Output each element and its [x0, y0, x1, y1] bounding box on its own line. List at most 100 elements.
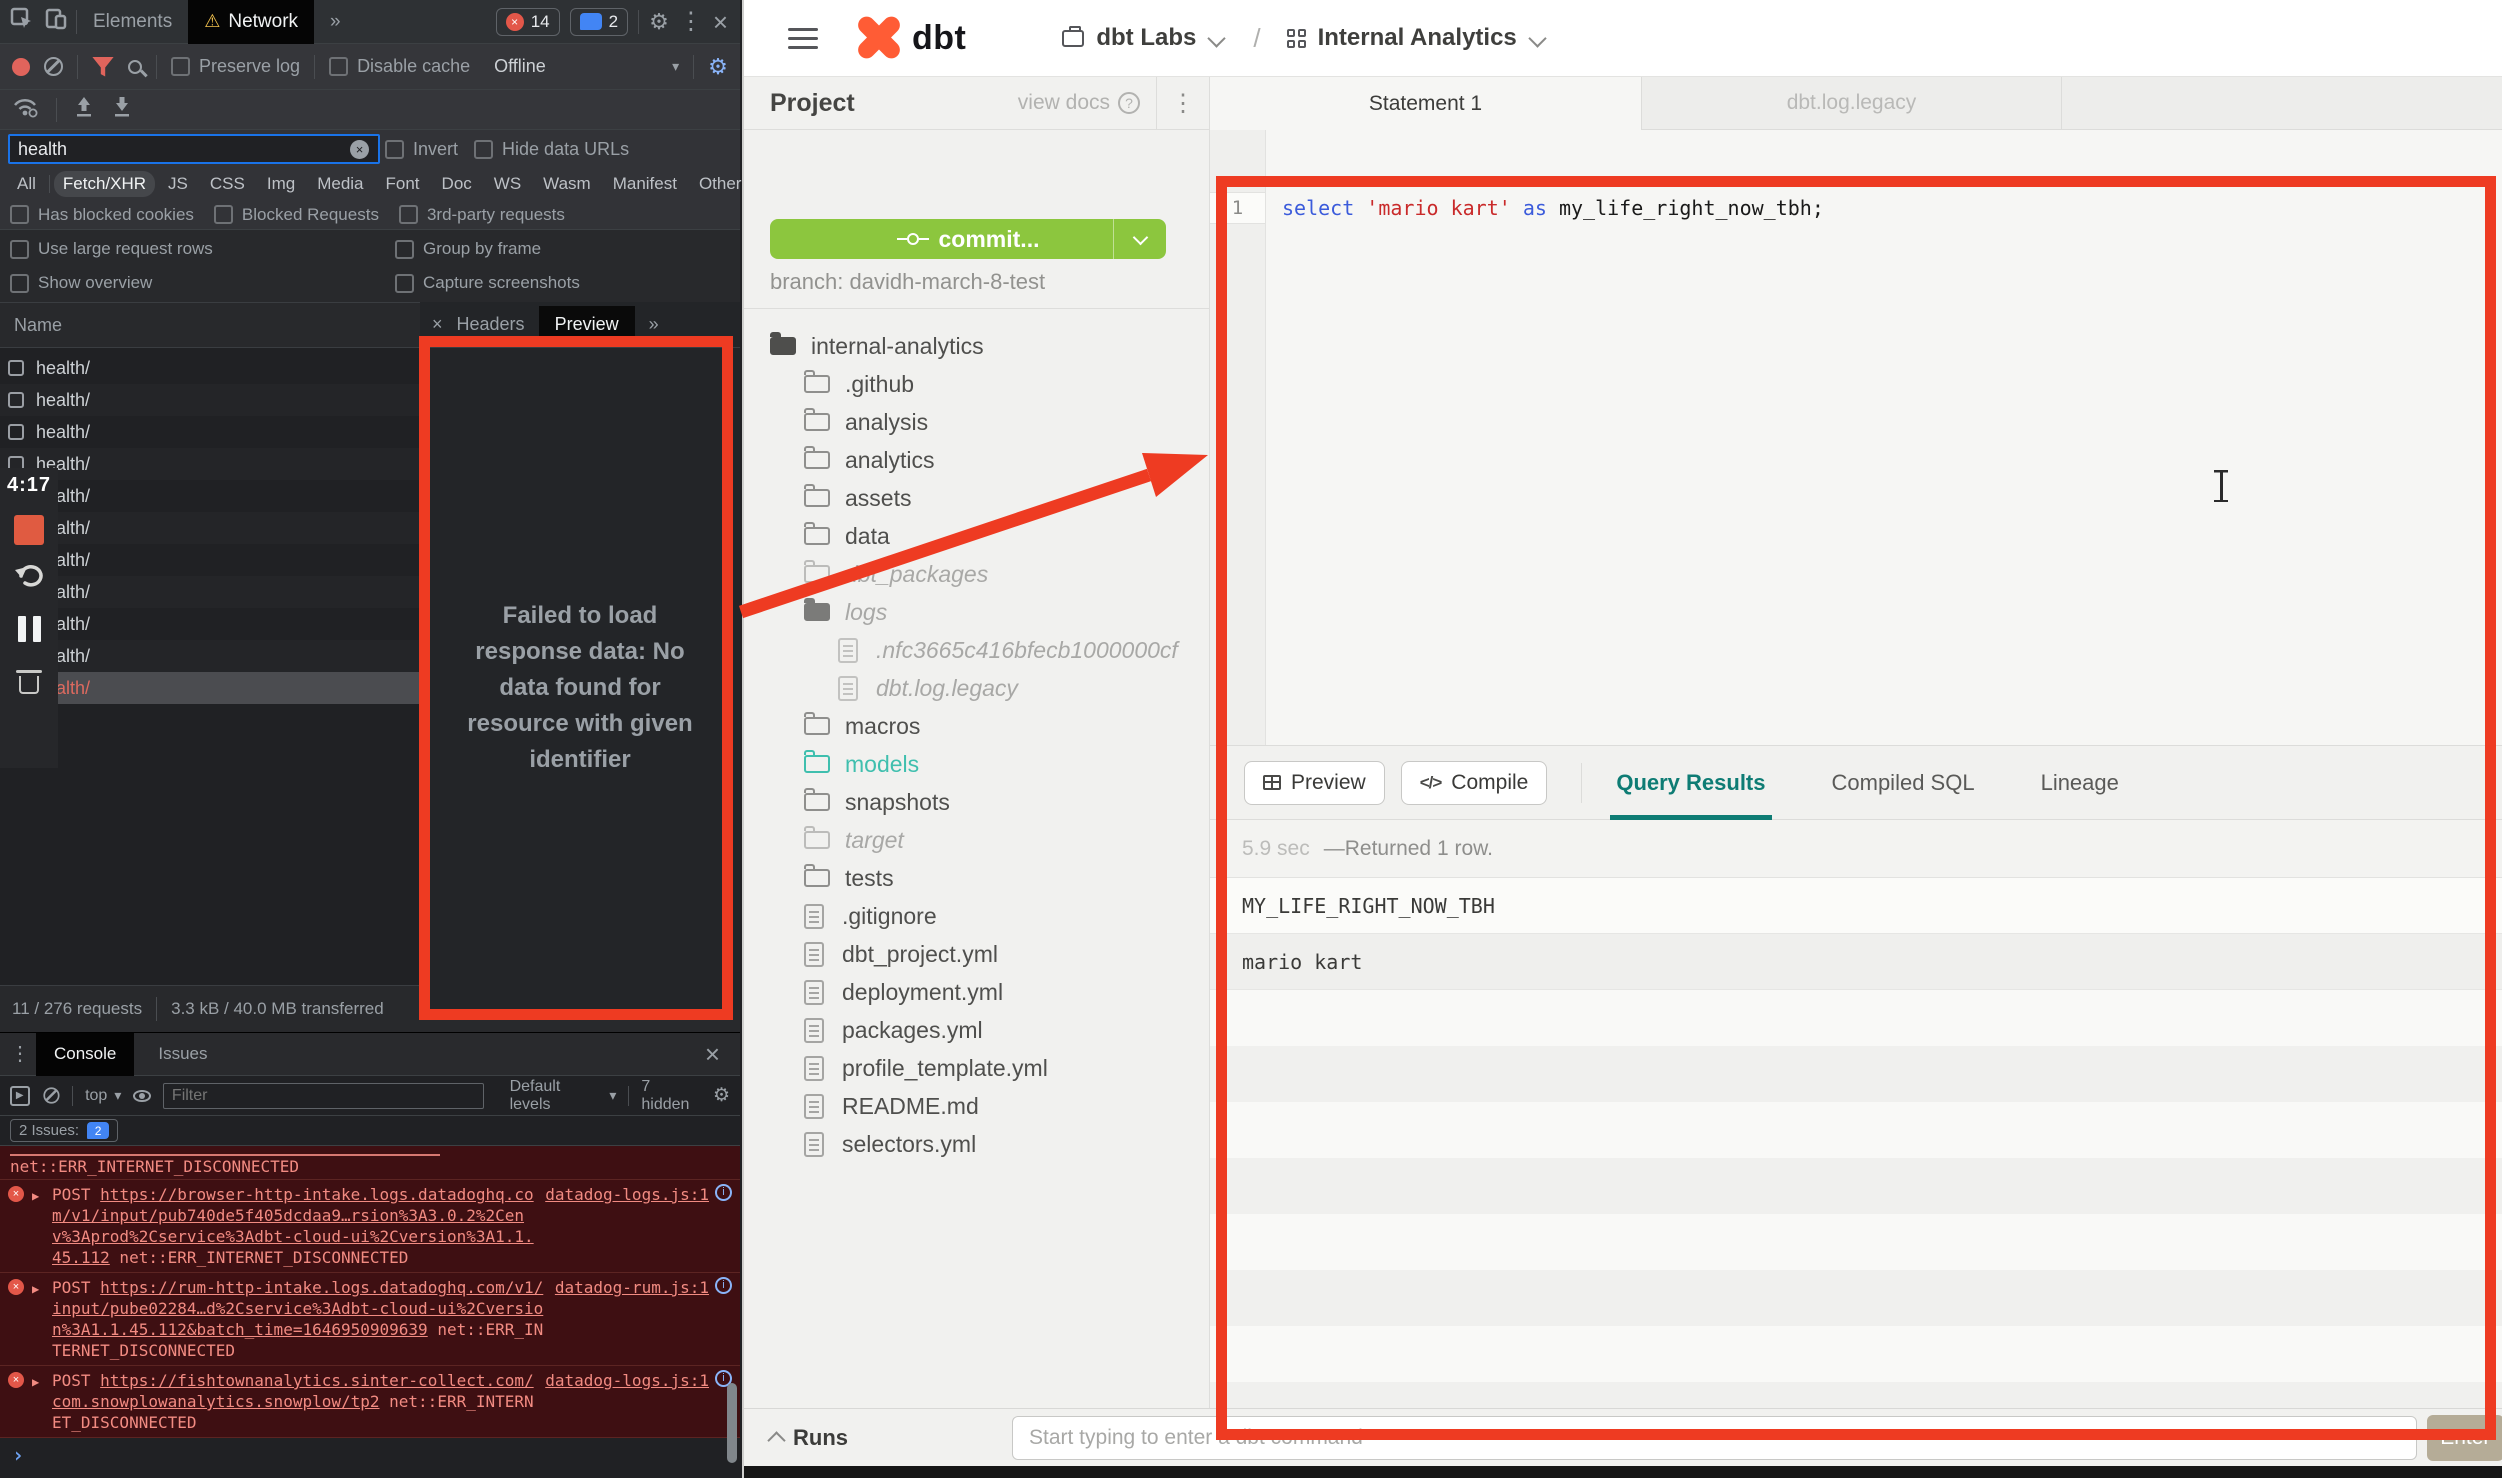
console-scrollbar[interactable] — [727, 1383, 737, 1463]
request-type-pill[interactable]: WS — [485, 171, 530, 197]
project-switcher[interactable]: Internal Analytics — [1287, 24, 1544, 52]
account-switcher[interactable]: dbt Labs — [1062, 24, 1223, 52]
info-icon[interactable]: i — [715, 1184, 732, 1201]
tree-item-target[interactable]: target — [744, 821, 1210, 859]
dbt-logo[interactable]: dbt — [856, 15, 966, 61]
console-settings-gear-icon[interactable]: ⚙ — [713, 1086, 730, 1105]
network-request-row[interactable]: health/ — [0, 352, 420, 384]
source-link[interactable]: datadog-rum.js:1 — [555, 1277, 709, 1298]
import-har-icon[interactable] — [73, 95, 95, 124]
issues-chip[interactable]: 2 Issues: 2 — [10, 1119, 118, 1142]
hamburger-menu-icon[interactable] — [788, 28, 818, 49]
throttling-select[interactable]: Offline▾ — [494, 56, 679, 77]
console-prompt[interactable]: › — [0, 1438, 740, 1472]
results-row[interactable]: mario kart — [1210, 934, 2502, 990]
network-request-row[interactable]: health/ — [0, 640, 420, 672]
preserve-log-checkbox[interactable]: Preserve log — [171, 56, 300, 77]
kebab-menu-icon[interactable]: ⋮ — [679, 10, 703, 34]
expand-caret-icon[interactable]: ▶ — [32, 1372, 44, 1433]
runs-toggle[interactable]: Runs — [770, 1425, 848, 1451]
tree-item-tests[interactable]: tests — [744, 859, 1210, 897]
tree-item-dbt-project-yml[interactable]: dbt_project.yml — [744, 935, 1210, 973]
tree-item--github[interactable]: .github — [744, 365, 1210, 403]
sql-editor[interactable]: 1 select 'mario kart' as my_life_right_n… — [1210, 130, 2502, 745]
tree-item-dbt-log-legacy[interactable]: dbt.log.legacy — [744, 669, 1210, 707]
tab-console[interactable]: Console — [36, 1033, 134, 1076]
tree-item-macros[interactable]: macros — [744, 707, 1210, 745]
network-request-row[interactable]: health/ — [0, 384, 420, 416]
live-expression-eye-icon[interactable] — [133, 1090, 151, 1102]
editor-tab-statement-1[interactable]: Statement 1 — [1210, 77, 1642, 130]
request-type-pill[interactable]: Font — [377, 171, 429, 197]
hide-data-urls-checkbox[interactable]: Hide data URLs — [474, 139, 629, 160]
clear-icon[interactable] — [44, 57, 63, 76]
request-type-pill[interactable]: Manifest — [604, 171, 686, 197]
request-type-pill[interactable]: JS — [159, 171, 197, 197]
network-request-row[interactable]: health/ — [0, 480, 420, 512]
show-overview-checkbox[interactable]: Show overview — [10, 273, 395, 293]
network-request-row[interactable]: health/ — [0, 448, 420, 480]
network-request-row[interactable]: health/ — [0, 608, 420, 640]
request-type-pill[interactable]: Img — [258, 171, 304, 197]
expand-caret-icon[interactable]: ▶ — [32, 1186, 44, 1268]
has-blocked-cookies-checkbox[interactable]: Has blocked cookies — [10, 205, 194, 225]
restart-recording-icon[interactable] — [13, 561, 45, 592]
tree-item-packages-yml[interactable]: packages.yml — [744, 1011, 1210, 1049]
request-type-pill[interactable]: All — [8, 171, 45, 197]
tree-item--gitignore[interactable]: .gitignore — [744, 897, 1210, 935]
tab-headers[interactable]: Headers — [457, 314, 525, 335]
info-icon[interactable]: i — [715, 1277, 732, 1294]
request-type-pill[interactable]: Wasm — [534, 171, 600, 197]
close-console-icon[interactable]: × — [705, 1041, 730, 1067]
tree-item-selectors-yml[interactable]: selectors.yml — [744, 1125, 1210, 1163]
network-request-row[interactable]: health/ — [0, 512, 420, 544]
tab-issues[interactable]: Issues — [140, 1033, 225, 1076]
tree-item-snapshots[interactable]: snapshots — [744, 783, 1210, 821]
console-sidebar-icon[interactable]: ▶ — [10, 1086, 30, 1106]
tree-item-analytics[interactable]: analytics — [744, 441, 1210, 479]
expand-caret-icon[interactable]: ▶ — [32, 1279, 44, 1361]
tab-elements[interactable]: Elements — [77, 0, 188, 44]
export-har-icon[interactable] — [111, 95, 133, 124]
tree-item-profile-template-yml[interactable]: profile_template.yml — [744, 1049, 1210, 1087]
context-select[interactable]: top▾ — [85, 1087, 121, 1105]
more-tabs-icon[interactable]: » — [649, 314, 659, 335]
tree-item-data[interactable]: data — [744, 517, 1210, 555]
log-levels-select[interactable]: Default levels▾ — [510, 1078, 617, 1114]
console-filter-input[interactable] — [163, 1083, 484, 1109]
network-request-row[interactable]: health/ — [0, 672, 420, 704]
pause-recording-button[interactable] — [18, 616, 41, 642]
network-request-row[interactable]: health/ — [0, 576, 420, 608]
request-type-pill[interactable]: Media — [308, 171, 372, 197]
request-type-pill[interactable]: Doc — [433, 171, 481, 197]
kebab-menu-icon[interactable]: ⋮ — [10, 1044, 30, 1064]
request-type-pill[interactable]: CSS — [201, 171, 254, 197]
network-filter-input[interactable] — [8, 134, 380, 164]
tree-item-analysis[interactable]: analysis — [744, 403, 1210, 441]
source-link[interactable]: datadog-logs.js:1 — [545, 1370, 709, 1391]
search-icon[interactable] — [128, 60, 142, 74]
tree-item-deployment-yml[interactable]: deployment.yml — [744, 973, 1210, 1011]
stop-recording-button[interactable] — [14, 515, 44, 545]
invert-checkbox[interactable]: Invert — [385, 139, 458, 160]
close-pane-icon[interactable]: × — [432, 314, 443, 335]
clear-filter-icon[interactable]: × — [350, 140, 369, 159]
tree-item--nfc3665c416bfecb1000000cf[interactable]: .nfc3665c416bfecb1000000cf — [744, 631, 1210, 669]
issues-count-badge[interactable]: 2 — [570, 8, 628, 36]
tree-item-internal-analytics[interactable]: internal-analytics — [744, 327, 1210, 365]
settings-gear-icon[interactable]: ⚙ — [649, 11, 669, 33]
request-type-pill[interactable]: Fetch/XHR — [54, 171, 155, 197]
record-icon[interactable] — [12, 58, 30, 76]
dbt-command-input[interactable] — [1012, 1416, 2417, 1460]
sidebar-kebab-icon[interactable]: ⋮ — [1156, 77, 1195, 130]
editor-tab-dbt-log-legacy[interactable]: dbt.log.legacy — [1642, 77, 2062, 130]
source-link[interactable]: datadog-logs.js:1 — [545, 1184, 709, 1205]
network-conditions-icon[interactable] — [12, 96, 40, 123]
network-conditions-gear-icon[interactable]: ⚙ — [708, 56, 728, 78]
tree-item-readme-md[interactable]: README.md — [744, 1087, 1210, 1125]
tree-item-assets[interactable]: assets — [744, 479, 1210, 517]
network-request-row[interactable]: health/ — [0, 416, 420, 448]
commit-button[interactable]: commit... — [770, 219, 1166, 259]
tab-network[interactable]: ⚠ Network — [188, 0, 314, 44]
tree-item-logs[interactable]: logs — [744, 593, 1210, 631]
